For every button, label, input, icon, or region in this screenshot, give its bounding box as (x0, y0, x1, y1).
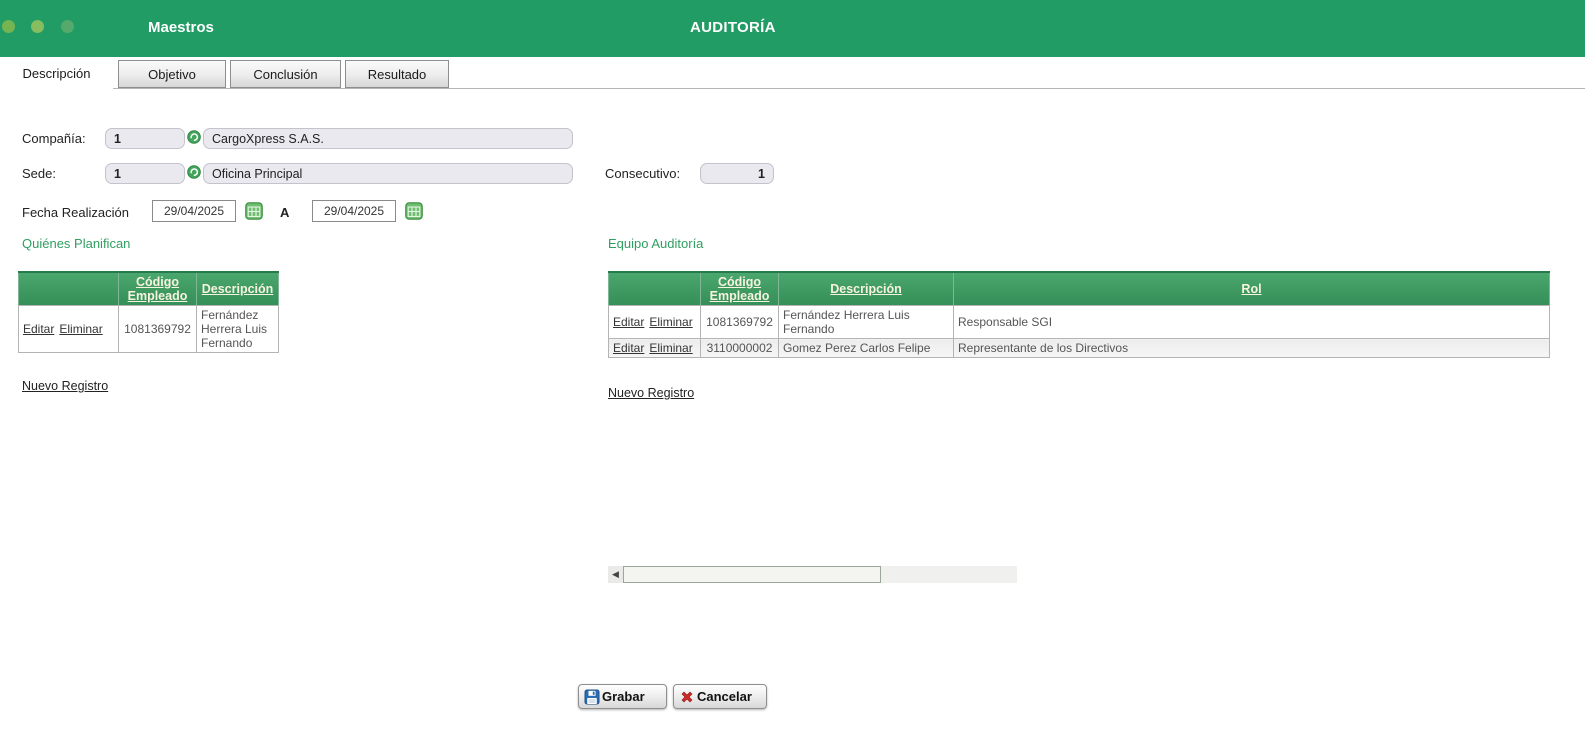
window-dot-icon[interactable] (61, 20, 74, 33)
sede-label: Sede: (22, 166, 56, 181)
tab-strip: Descripción Objetivo Conclusión Resultad… (0, 57, 1585, 90)
sede-lookup-icon[interactable] (187, 165, 201, 179)
planners-actions-header (18, 271, 119, 306)
table-row: Editar Eliminar 3110000002 Gomez Perez Ca… (608, 338, 1550, 358)
tab-conclusion[interactable]: Conclusión (230, 60, 341, 88)
horizontal-scrollbar[interactable]: ◀ (608, 566, 1017, 583)
sede-name-field[interactable] (203, 163, 573, 184)
team-table: Código Empleado Descripción Rol Editar El… (608, 271, 1550, 358)
tab-descripcion[interactable]: Descripción (0, 57, 113, 90)
cancel-x-icon (681, 691, 693, 702)
sede-code-field[interactable] (105, 163, 185, 184)
planners-table: Código Empleado Descripción Editar Elimin… (18, 271, 279, 353)
team-row-actions: Editar Eliminar (608, 338, 701, 358)
team-row-descripcion: Gomez Perez Carlos Felipe (778, 338, 954, 358)
tab-objetivo[interactable]: Objetivo (118, 60, 226, 88)
page-title: AUDITORÍA (690, 19, 776, 36)
table-row: Editar Eliminar 1081369792 Fernández Herr… (608, 305, 1550, 339)
window-dot-icon[interactable] (2, 20, 15, 33)
consecutivo-label: Consecutivo: (605, 166, 681, 181)
save-floppy-icon (584, 689, 600, 704)
editar-link[interactable]: Editar (613, 341, 644, 355)
planners-row-descripcion: Fernández Herrera Luis Fernando (196, 305, 279, 353)
fecha-hasta-calendar-icon[interactable] (405, 202, 423, 220)
scroll-left-arrow-icon[interactable]: ◀ (608, 566, 623, 583)
team-rol-header[interactable]: Rol (953, 271, 1550, 306)
compania-lookup-icon[interactable] (187, 130, 201, 144)
team-header-row: Código Empleado Descripción Rol (608, 271, 1550, 306)
team-section-title: Equipo Auditoría (608, 236, 704, 251)
eliminar-link[interactable]: Eliminar (649, 315, 692, 329)
planners-descripcion-header[interactable]: Descripción (196, 271, 279, 306)
app-title: Maestros (148, 19, 214, 36)
team-row-rol: Responsable SGI (953, 305, 1550, 339)
planners-section-title: Quiénes Planifican (22, 236, 131, 251)
team-codigo-header[interactable]: Código Empleado (700, 271, 779, 306)
window-dot-icon[interactable] (31, 20, 44, 33)
tab-resultado[interactable]: Resultado (345, 60, 449, 88)
scrollbar-thumb[interactable] (623, 566, 881, 583)
compania-name-field[interactable] (203, 128, 573, 149)
title-bar: Maestros AUDITORÍA (0, 0, 1585, 58)
planners-row-actions: Editar Eliminar (18, 305, 119, 353)
cancel-button-label: Cancelar (697, 689, 752, 704)
editar-link[interactable]: Editar (613, 315, 644, 329)
planners-row-codigo: 1081369792 (118, 305, 197, 353)
fecha-desde-input[interactable] (152, 200, 236, 222)
fecha-hasta-input[interactable] (312, 200, 396, 222)
compania-code-field[interactable] (105, 128, 185, 149)
editar-link[interactable]: Editar (23, 322, 54, 336)
team-row-rol: Representante de los Directivos (953, 338, 1550, 358)
team-row-descripcion: Fernández Herrera Luis Fernando (778, 305, 954, 339)
auditoria-window: Maestros AUDITORÍA Descripción Objetivo … (0, 0, 1585, 729)
compania-label: Compañía: (22, 131, 86, 146)
team-new-record-link[interactable]: Nuevo Registro (608, 386, 694, 400)
planners-codigo-header[interactable]: Código Empleado (118, 271, 197, 306)
eliminar-link[interactable]: Eliminar (59, 322, 102, 336)
team-actions-header (608, 271, 701, 306)
save-button[interactable]: Grabar (578, 684, 667, 709)
team-row-codigo: 3110000002 (700, 338, 779, 358)
save-button-label: Grabar (602, 689, 645, 704)
planners-new-record-link[interactable]: Nuevo Registro (22, 379, 108, 393)
team-row-codigo: 1081369792 (700, 305, 779, 339)
team-row-actions: Editar Eliminar (608, 305, 701, 339)
planners-header-row: Código Empleado Descripción (18, 271, 279, 306)
table-row: Editar Eliminar 1081369792 Fernández Herr… (18, 305, 279, 353)
eliminar-link[interactable]: Eliminar (649, 341, 692, 355)
fecha-desde-calendar-icon[interactable] (245, 202, 263, 220)
consecutivo-field[interactable] (700, 163, 774, 184)
fecha-separator-label: A (280, 205, 290, 220)
fecha-label: Fecha Realización (22, 205, 129, 220)
cancel-button[interactable]: Cancelar (673, 684, 767, 709)
team-descripcion-header[interactable]: Descripción (778, 271, 954, 306)
